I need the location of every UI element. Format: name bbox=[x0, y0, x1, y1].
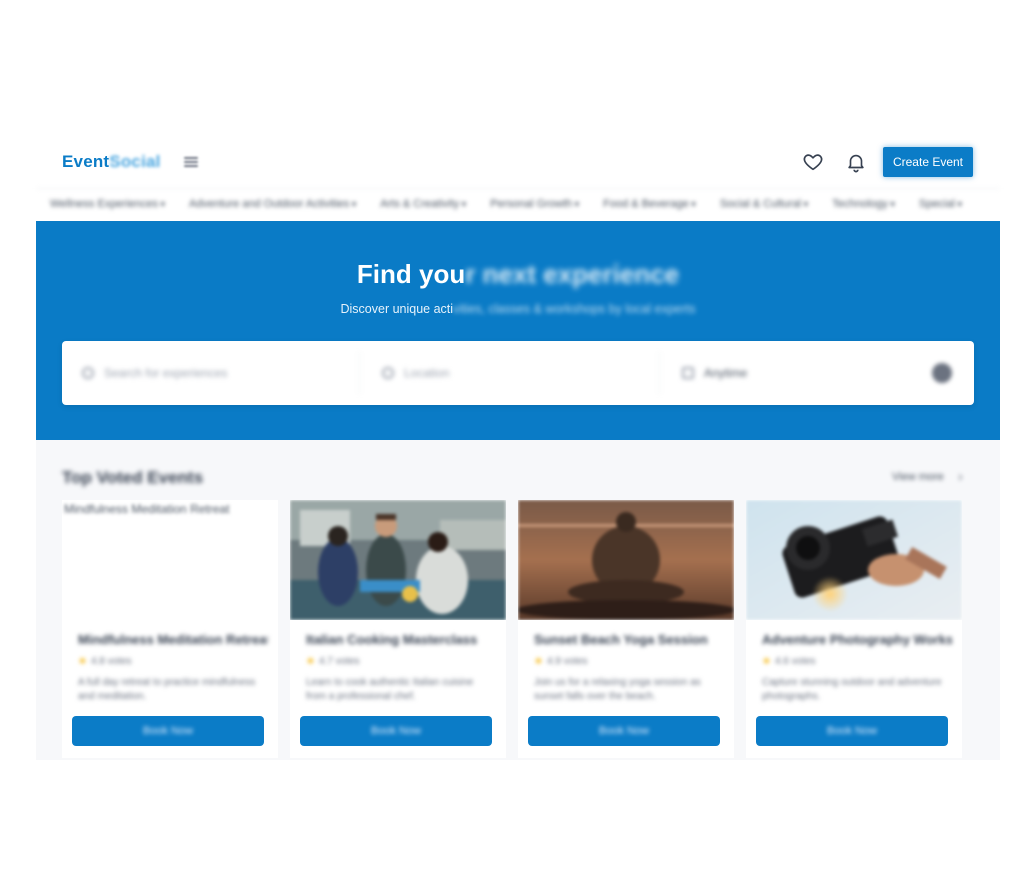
app-window: EventSocial Create Event Wellness Experi… bbox=[36, 140, 1000, 760]
category-item[interactable]: Social & Cultural bbox=[720, 198, 808, 210]
hero-subtitle: Discover unique activities, classes & wo… bbox=[36, 302, 1000, 316]
hero-title-text: Find you bbox=[356, 259, 466, 289]
book-now-label: Book Now bbox=[370, 725, 422, 737]
category-item[interactable]: Adventure and Outdoor Activities bbox=[189, 198, 356, 210]
category-nav: Wellness Experiences Adventure and Outdo… bbox=[36, 188, 1000, 218]
top-navbar: EventSocial Create Event bbox=[36, 140, 1000, 184]
search-input[interactable]: Search for experiences bbox=[62, 351, 360, 395]
date-select[interactable]: Anytime bbox=[662, 351, 922, 395]
event-title[interactable]: Mindfulness Meditation Retreat bbox=[78, 632, 268, 647]
hero-subtitle-text: Discover unique acti bbox=[340, 302, 454, 316]
event-description: Capture stunning outdoor and adventure p… bbox=[762, 677, 942, 702]
rating-text: 4.8 votes bbox=[90, 656, 132, 667]
event-rating: ★ 4.6 votes bbox=[762, 656, 816, 667]
top-voted-events-section: Top Voted Events View more › Mindfulness… bbox=[36, 440, 1000, 760]
event-description: A full day retreat to practice mindfulne… bbox=[78, 677, 256, 702]
logo-secondary: Social bbox=[109, 152, 161, 171]
location-input[interactable]: Location bbox=[362, 351, 660, 395]
section-title: Top Voted Events bbox=[62, 468, 204, 487]
location-placeholder: Location bbox=[404, 366, 450, 380]
book-now-button[interactable]: Book Now bbox=[300, 716, 492, 746]
category-item[interactable]: Food & Beverage bbox=[603, 198, 696, 210]
category-item[interactable]: Wellness Experiences bbox=[50, 198, 165, 210]
event-rating: ★ 4.8 votes bbox=[78, 656, 132, 667]
rating-text: 4.6 votes bbox=[774, 656, 816, 667]
search-submit-button[interactable] bbox=[932, 363, 952, 383]
hamburger-menu-icon[interactable] bbox=[182, 152, 202, 172]
date-value: Anytime bbox=[704, 366, 748, 380]
category-item[interactable]: Technology bbox=[832, 198, 895, 210]
hero-banner: Find your next experience Discover uniqu… bbox=[36, 221, 1000, 440]
event-title[interactable]: Sunset Beach Yoga Session bbox=[534, 632, 724, 647]
book-now-button[interactable]: Book Now bbox=[756, 716, 948, 746]
hero-title: Find your next experience bbox=[36, 259, 1000, 290]
chevron-right-icon[interactable]: › bbox=[958, 468, 974, 484]
book-now-label: Book Now bbox=[598, 725, 650, 737]
book-now-button[interactable]: Book Now bbox=[72, 716, 264, 746]
event-card: Adventure Photography Workshop ★4.6 vote… bbox=[746, 500, 962, 758]
search-placeholder: Search for experiences bbox=[104, 366, 228, 380]
star-icon: ★ bbox=[762, 656, 771, 667]
event-card: Italian Cooking Masterclass ★ 4.7 votes L… bbox=[290, 500, 506, 758]
star-icon: ★ bbox=[534, 656, 543, 667]
star-icon: ★ bbox=[78, 656, 87, 667]
hero-title-faded-text: r next experience bbox=[465, 259, 680, 289]
rating-text: 4.7 votes bbox=[318, 656, 360, 667]
event-description: Learn to cook authentic Italian cuisine … bbox=[306, 677, 474, 702]
event-image-broken: Mindfulness Meditation Retreat bbox=[62, 500, 278, 620]
notifications-bell-icon[interactable] bbox=[845, 151, 867, 173]
event-card: Mindfulness Meditation Retreat Mindfulne… bbox=[62, 500, 278, 758]
event-title[interactable]: Italian Cooking Masterclass bbox=[306, 632, 496, 647]
hero-subtitle-faded-text: vities, classes & workshops by local exp… bbox=[453, 302, 696, 316]
event-card: Sunset Beach Yoga Session ★ 4.9 votes Joi… bbox=[518, 500, 734, 758]
star-icon: ★ bbox=[306, 656, 315, 667]
logo[interactable]: EventSocial bbox=[62, 152, 161, 172]
book-now-label: Book Now bbox=[826, 725, 878, 737]
event-title[interactable]: Adventure Photography Workshop bbox=[762, 632, 952, 647]
image-alt-text: Mindfulness Meditation Retreat bbox=[64, 502, 230, 516]
logo-primary: Event bbox=[62, 152, 110, 171]
book-now-button[interactable]: Book Now bbox=[528, 716, 720, 746]
event-image-cooking bbox=[290, 500, 506, 620]
event-image-yoga bbox=[518, 500, 734, 620]
calendar-icon bbox=[682, 367, 694, 379]
search-icon bbox=[82, 367, 94, 379]
search-panel: Search for experiences Location Anytime bbox=[62, 341, 974, 405]
category-item[interactable]: Arts & Creativity bbox=[380, 198, 466, 210]
create-event-button[interactable]: Create Event bbox=[883, 147, 973, 177]
event-description: Join us for a relaxing yoga session as s… bbox=[534, 677, 701, 702]
book-now-label: Book Now bbox=[142, 725, 194, 737]
category-item[interactable]: Special bbox=[919, 198, 962, 210]
rating-text: 4.9 votes bbox=[546, 656, 588, 667]
location-pin-icon bbox=[382, 367, 394, 379]
category-item[interactable]: Personal Growth bbox=[490, 198, 579, 210]
event-rating: ★ 4.7 votes bbox=[306, 656, 360, 667]
favorites-heart-icon[interactable] bbox=[802, 151, 824, 173]
event-rating: ★ 4.9 votes bbox=[534, 656, 588, 667]
event-image-photography bbox=[746, 500, 962, 620]
view-more-link[interactable]: View more bbox=[892, 471, 944, 483]
